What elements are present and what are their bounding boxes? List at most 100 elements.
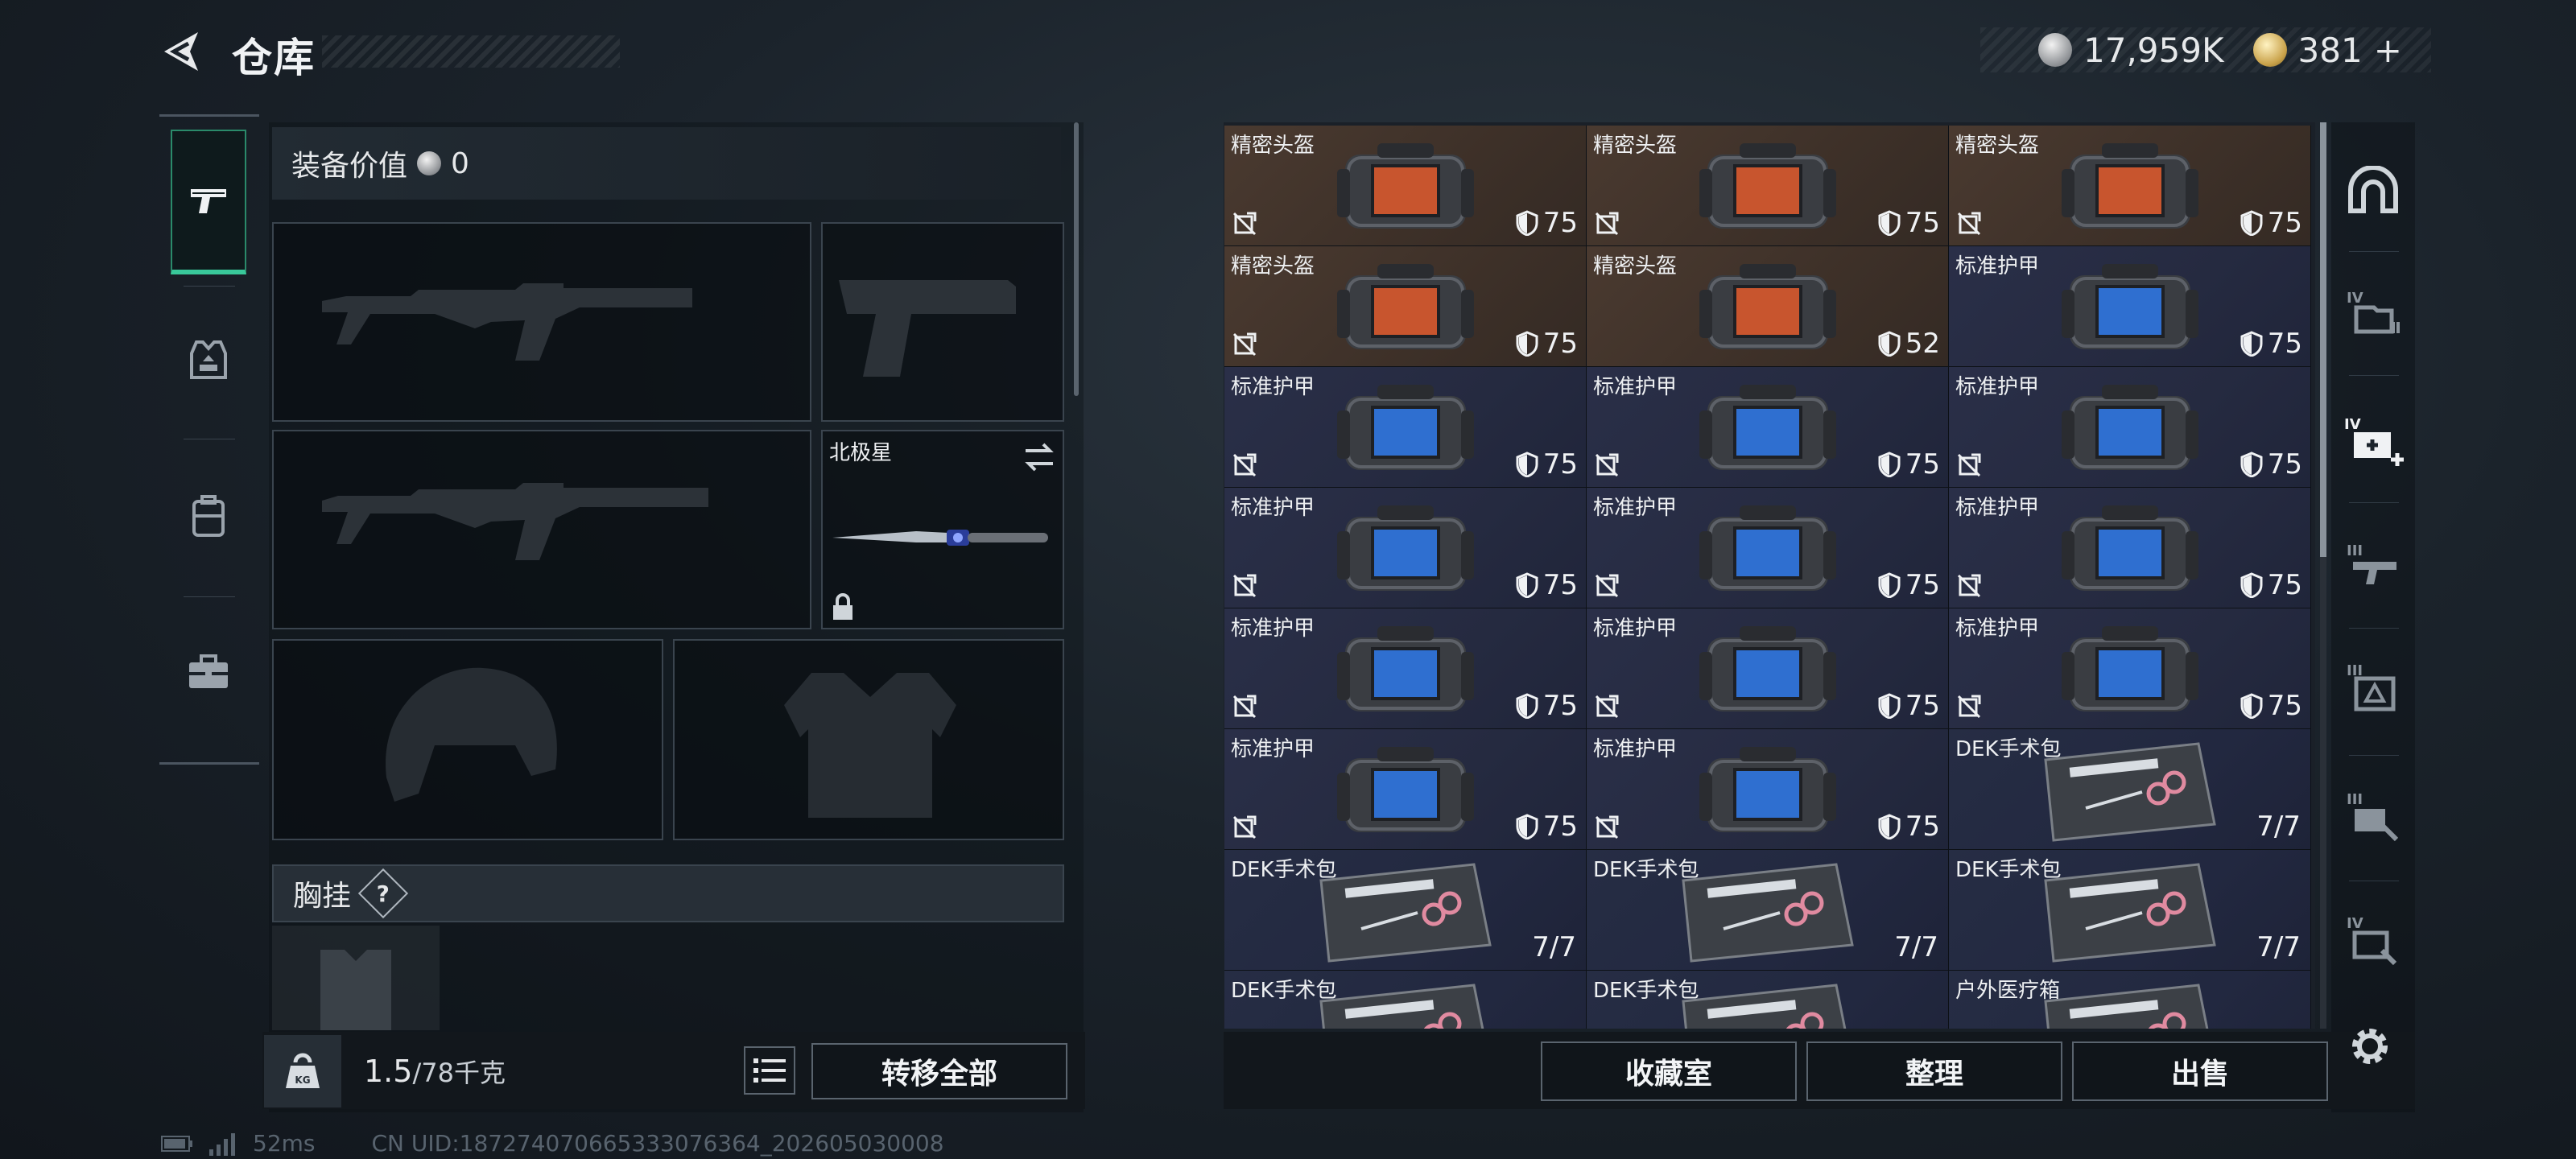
melee-slot[interactable]: 北极星 (821, 430, 1064, 629)
shield-icon (1516, 814, 1538, 839)
storage-item[interactable]: 标准护甲 75 (1224, 488, 1587, 608)
durability-value: 75 (1542, 810, 1578, 843)
transfer-all-button[interactable]: 转移全部 (811, 1043, 1067, 1099)
filter-tier-iii-tools[interactable]: III (2343, 786, 2404, 847)
storage-item[interactable]: 户外医疗箱 (1949, 971, 2311, 1029)
gear-icon (2352, 1029, 2388, 1064)
list-view-button[interactable] (744, 1046, 795, 1095)
shield-icon (1878, 452, 1901, 477)
durability: 75 (1878, 810, 1940, 843)
storage-item[interactable]: 标准护甲 75 (1587, 608, 1949, 729)
item-name: DEK手术包 (1231, 979, 1337, 1003)
rifle-silhouette-icon (322, 283, 692, 361)
sell-button[interactable]: 出售 (2072, 1041, 2328, 1101)
body-armor-slot[interactable] (673, 639, 1064, 840)
no-trade-icon (1595, 453, 1619, 477)
add-currency-button[interactable]: + (2374, 31, 2402, 70)
storage-item[interactable]: 标准护甲 75 (1949, 488, 2311, 608)
durability-value: 75 (1905, 569, 1940, 601)
storage-item[interactable]: 标准护甲 75 (1587, 367, 1949, 488)
storage-item[interactable]: 标准护甲 75 (1224, 729, 1587, 850)
svg-text:III: III (2347, 542, 2363, 559)
shield-icon (1878, 572, 1901, 598)
tab-case[interactable] (171, 600, 246, 744)
filter-all-button[interactable] (2343, 159, 2404, 221)
storage-item[interactable]: 标准护甲 75 (1224, 608, 1587, 729)
durability-value: 52 (1905, 328, 1940, 360)
storage-item[interactable]: 标准护甲 75 (1224, 367, 1587, 488)
ping: 52ms (253, 1130, 316, 1157)
storage-item[interactable]: DEK手术包 7/7 (1949, 729, 2311, 850)
tier-iv-tools-icon: IV (2347, 915, 2397, 966)
primary-weapon-slot-1[interactable] (272, 222, 811, 422)
tab-equipment[interactable] (171, 287, 246, 432)
item-name: 精密头盔 (1593, 134, 1678, 158)
durability-value: 75 (1542, 328, 1578, 360)
storage-item[interactable]: DEK手术包 (1587, 971, 1949, 1029)
durability: 75 (1516, 690, 1578, 722)
no-trade-icon (1595, 574, 1619, 598)
filter-tier-iii-gear[interactable]: III (2343, 657, 2404, 718)
knife-icon (832, 530, 1048, 546)
storage-item[interactable]: DEK手术包 7/7 (1949, 850, 2311, 971)
pistol-icon (191, 189, 226, 213)
collection-room-button[interactable]: 收藏室 (1541, 1041, 1797, 1101)
armor-silhouette-icon (784, 673, 956, 818)
storage-item[interactable]: 标准护甲 75 (1587, 729, 1949, 850)
storage-item[interactable]: 标准护甲 75 (1949, 246, 2311, 367)
filter-tier-iv-tools[interactable]: IV (2343, 909, 2404, 971)
storage-item[interactable]: 精密头盔 75 (1587, 126, 1949, 246)
armor-case-icon (1699, 385, 1836, 470)
equipment-value: 0 (451, 146, 469, 180)
storage-item[interactable]: 精密头盔 75 (1949, 126, 2311, 246)
settings-button[interactable] (2346, 1022, 2394, 1074)
filter-tier-iv-medical[interactable]: IV (2343, 410, 2404, 472)
back-button[interactable] (158, 27, 206, 76)
organize-button[interactable]: 整理 (1806, 1041, 2062, 1101)
shield-icon (2240, 693, 2263, 719)
storage-item[interactable]: 精密头盔 75 (1224, 246, 1587, 367)
durability-value: 75 (1542, 569, 1578, 601)
chest-rig-label: 胸挂 (293, 880, 352, 913)
item-name: 标准护甲 (1593, 617, 1678, 641)
tab-backpack[interactable] (171, 443, 246, 588)
storage-item[interactable]: DEK手术包 7/7 (1224, 850, 1587, 971)
storage-item[interactable]: 标准护甲 75 (1949, 608, 2311, 729)
tier-iv-folder-icon: IV (2347, 290, 2400, 334)
shield-icon (1516, 572, 1538, 598)
no-trade-icon (1957, 574, 1981, 598)
helmet-case-icon (1337, 264, 1474, 349)
durability-value: 75 (1905, 448, 1940, 481)
durability: 75 (2240, 690, 2302, 722)
helmet-slot[interactable] (272, 639, 663, 840)
item-name: 精密头盔 (1231, 254, 1315, 278)
storage-item[interactable]: DEK手术包 (1224, 971, 1587, 1029)
item-name: 标准护甲 (1955, 496, 2040, 520)
storage-item[interactable]: DEK手术包 7/7 (1587, 850, 1949, 971)
loadout-scrollbar[interactable] (1074, 122, 1079, 396)
backpack-icon (192, 495, 225, 537)
primary-weapon-slot-2[interactable] (272, 430, 811, 629)
filter-tier-iii-weapons[interactable]: III (2343, 534, 2404, 596)
helmet-case-icon (1699, 143, 1836, 229)
storage-item[interactable]: 精密头盔 75 (1224, 126, 1587, 246)
shield-icon (2240, 572, 2263, 598)
storage-scrollbar-thumb[interactable] (2320, 122, 2326, 557)
armor-case-icon (1699, 626, 1836, 711)
chest-rig-slot[interactable] (272, 926, 440, 1030)
storage-item[interactable]: 标准护甲 75 (1949, 367, 2311, 488)
no-trade-icon (1232, 212, 1257, 236)
storage-item[interactable]: 标准护甲 75 (1587, 488, 1949, 608)
tab-weapons[interactable] (171, 130, 246, 274)
durability: 75 (2240, 328, 2302, 360)
swap-arrows-icon[interactable] (1022, 441, 1056, 473)
help-button[interactable]: ? (357, 868, 409, 919)
equipment-value-label: 装备价值 (291, 150, 408, 183)
durability-value: 75 (2267, 448, 2302, 481)
filter-tier-iv-storage[interactable]: IV (2343, 282, 2404, 343)
item-name: 标准护甲 (1593, 375, 1678, 399)
sidearm-slot[interactable] (821, 222, 1064, 422)
shield-icon (1878, 814, 1901, 839)
storage-item[interactable]: 精密头盔 52 (1587, 246, 1949, 367)
item-name: 标准护甲 (1231, 617, 1315, 641)
